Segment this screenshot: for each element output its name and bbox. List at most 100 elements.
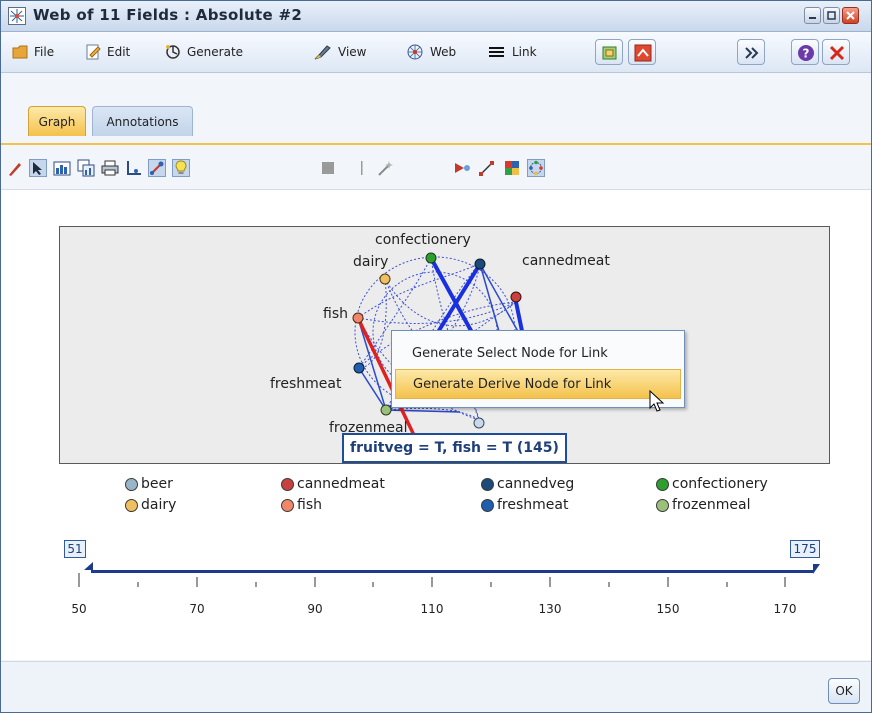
legend-item-freshmeat: freshmeat — [481, 497, 568, 513]
legend-label: cannedmeat — [297, 476, 385, 492]
menu-generate[interactable]: Generate — [164, 42, 243, 62]
chart-options-button[interactable] — [53, 159, 71, 177]
axis-options-button[interactable] — [125, 159, 143, 177]
menu-view[interactable]: View — [313, 42, 366, 62]
legend-item-dairy: dairy — [125, 497, 176, 513]
magic-wand-icon — [378, 161, 393, 176]
node-label-cannedmeat: cannedmeat — [522, 253, 610, 269]
stop-icon — [322, 162, 334, 174]
tick-label: 50 — [71, 602, 87, 616]
legend-item-beer: beer — [125, 476, 173, 492]
node-label-fish: fish — [323, 306, 348, 322]
minimize-button[interactable] — [804, 7, 821, 24]
expand-toolbar-button[interactable] — [737, 39, 765, 65]
legend-label: beer — [141, 476, 173, 492]
show-nodes-button[interactable] — [453, 159, 471, 177]
stop-button[interactable] — [319, 159, 337, 177]
generate-select-node-menu-item[interactable]: Generate Select Node for Link — [395, 338, 681, 368]
select-tool-button[interactable] — [29, 159, 47, 177]
copy-chart-icon — [77, 159, 95, 177]
tab-annotations[interactable]: Annotations — [92, 106, 193, 136]
lightbulb-icon — [175, 160, 187, 174]
printer-icon — [101, 160, 119, 176]
legend-item-cannedveg: cannedveg — [481, 476, 574, 492]
window-title: Web of 11 Fields : Absolute #2 — [33, 6, 303, 24]
legend-label: freshmeat — [497, 497, 569, 513]
node-confectionery[interactable] — [425, 252, 437, 264]
slider-scale — [78, 562, 820, 587]
edit-icon — [86, 44, 101, 60]
web-icon — [407, 44, 423, 60]
help-button[interactable]: ? — [791, 39, 819, 65]
tick-label: 70 — [189, 602, 205, 616]
info-tool-button[interactable] — [172, 159, 190, 177]
magic-wand-button[interactable] — [376, 159, 394, 177]
close-window-button[interactable] — [842, 7, 859, 24]
minimize-icon — [809, 17, 816, 19]
legend-label: dairy — [141, 497, 177, 513]
node-fish[interactable] — [352, 312, 364, 324]
node-frozenmeal[interactable] — [380, 404, 392, 416]
web-graph-app-icon — [8, 7, 26, 25]
link-line-icon — [479, 161, 494, 176]
tick-label: 110 — [420, 602, 444, 616]
slider-max-handle[interactable] — [813, 564, 820, 574]
slider-min-handle[interactable] — [84, 562, 93, 570]
color-legend-button[interactable] — [503, 159, 521, 177]
close-graph-button[interactable] — [822, 39, 850, 65]
menu-generate-label: Generate — [187, 45, 244, 59]
generate-icon — [166, 45, 180, 59]
menu-link[interactable]: Link — [487, 42, 537, 62]
print-button[interactable] — [101, 159, 119, 177]
maximize-button[interactable] — [823, 7, 840, 24]
graph-toolbar — [1, 145, 871, 190]
menu-edit[interactable]: Edit — [84, 42, 130, 62]
double-chevron-right-icon — [745, 47, 759, 59]
legend-label: confectionery — [672, 476, 768, 492]
node-cannedveg[interactable] — [474, 258, 486, 270]
color-legend: beer cannedmeat cannedveg confectionery … — [1, 476, 871, 520]
web-layout-button[interactable] — [527, 159, 545, 177]
legend-dot — [656, 498, 669, 512]
slider-track[interactable] — [91, 570, 813, 573]
node-label-dairy: dairy — [353, 254, 389, 270]
node-freshmeat[interactable] — [353, 362, 365, 374]
menu-file[interactable]: File — [11, 42, 54, 62]
help-icon: ? — [798, 45, 814, 61]
node-label-freshmeat: freshmeat — [270, 376, 342, 392]
add-to-project-button[interactable] — [628, 39, 656, 65]
separator-icon — [353, 159, 371, 177]
brush-tool-button[interactable] — [7, 159, 25, 177]
svg-text:?: ? — [803, 47, 810, 61]
tick-label: 90 — [307, 602, 323, 616]
axis-icon — [127, 161, 141, 175]
ok-button[interactable]: OK — [828, 678, 860, 704]
node-label-confectionery: confectionery — [375, 232, 471, 248]
generate-derive-node-menu-item[interactable]: Generate Derive Node for Link — [395, 369, 681, 399]
legend-dot — [481, 498, 494, 512]
tick-label: 130 — [538, 602, 562, 616]
tick-label: 150 — [656, 602, 680, 616]
close-icon — [846, 11, 855, 20]
node-wine[interactable] — [473, 417, 485, 429]
legend-item-fish: fish — [281, 497, 322, 513]
export-graph-button[interactable] — [595, 39, 623, 65]
legend-dot — [281, 477, 294, 491]
menu-bar: File Edit Generate View Web Link ? — [1, 32, 871, 73]
title-bar: Web of 11 Fields : Absolute #2 — [1, 1, 871, 32]
tab-graph[interactable]: Graph — [28, 106, 86, 136]
node-cannedmeat[interactable] — [510, 291, 522, 303]
copy-visualization-button[interactable] — [77, 159, 95, 177]
legend-label: fish — [297, 497, 322, 513]
tab-bar: Graph Annotations — [1, 73, 871, 145]
legend-dot — [125, 477, 138, 491]
legend-item-cannedmeat: cannedmeat — [281, 476, 385, 492]
show-links-button[interactable] — [478, 159, 496, 177]
legend-item-frozenmeal: frozenmeal — [656, 497, 751, 513]
menu-edit-label: Edit — [107, 45, 131, 59]
menu-web[interactable]: Web — [405, 42, 456, 62]
node-dairy[interactable] — [379, 273, 391, 285]
link-tool-button[interactable] — [148, 159, 166, 177]
application-window: Web of 11 Fields : Absolute #2 File Edit — [0, 0, 872, 713]
link-icon — [489, 47, 504, 57]
